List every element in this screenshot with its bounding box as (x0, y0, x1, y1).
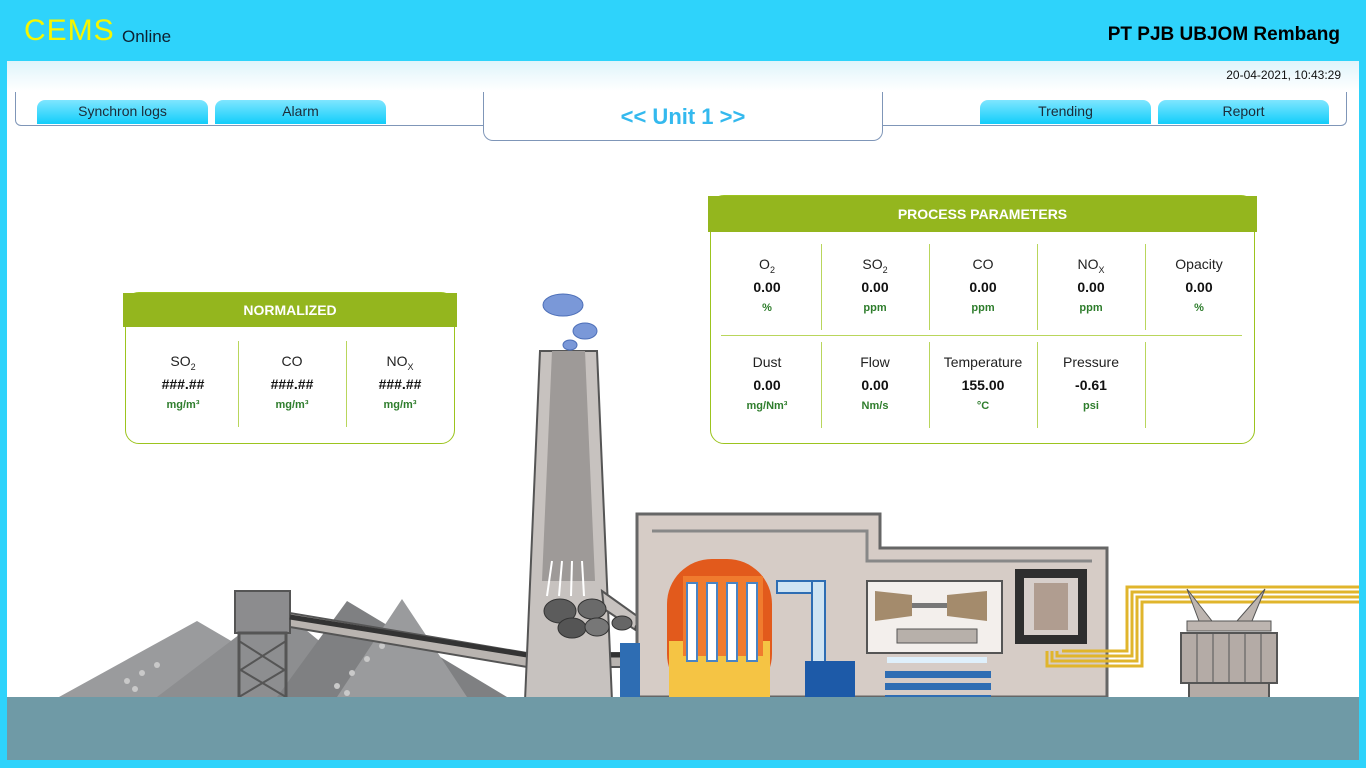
param-unit: °C (976, 400, 990, 412)
param-name: Pressure (1062, 354, 1120, 370)
unit-label[interactable]: << Unit 1 >> (484, 104, 882, 130)
main-content: 20-04-2021, 10:43:29 Synchron logs Alarm… (7, 61, 1359, 760)
process-opacity: Opacity 0.00 % (1145, 256, 1253, 314)
param-unit: mg/m³ (166, 399, 200, 411)
app-brand: CEMS (24, 14, 115, 47)
unit-selector[interactable]: << Unit 1 >> (483, 92, 883, 141)
normalized-nox: NOX ###.## mg/m³ (346, 353, 454, 411)
param-name: O2 (759, 256, 775, 275)
process-nox: NOX 0.00 ppm (1037, 256, 1145, 314)
param-unit: mg/Nm³ (746, 400, 788, 412)
param-unit: psi (1083, 400, 1099, 412)
param-unit: ppm (863, 302, 887, 314)
param-unit: mg/m³ (383, 399, 417, 411)
param-name: CO (281, 353, 303, 369)
tab-synchron-logs[interactable]: Synchron logs (37, 100, 208, 124)
param-unit: Nm/s (861, 400, 889, 412)
app-brand-status: Online (122, 27, 172, 46)
param-name: SO2 (862, 256, 888, 275)
param-unit: mg/m³ (275, 399, 309, 411)
smoke-icon (542, 293, 598, 351)
param-unit: % (762, 302, 772, 314)
param-value: 155.00 (961, 377, 1005, 393)
process-temperature: Temperature 155.00 °C (929, 354, 1037, 412)
param-name: SO2 (170, 353, 196, 372)
process-o2: O2 0.00 % (713, 256, 821, 314)
process-so2: SO2 0.00 ppm (821, 256, 929, 314)
normalized-panel: NORMALIZED SO2 ###.## mg/m³ CO ###.## mg… (123, 292, 457, 444)
param-value: 0.00 (753, 279, 781, 295)
process-pressure: Pressure -0.61 psi (1037, 354, 1145, 412)
normalized-title: NORMALIZED (123, 293, 457, 327)
param-value: 0.00 (861, 377, 889, 393)
process-flow: Flow 0.00 Nm/s (821, 354, 929, 412)
transformer-icon (1180, 588, 1278, 700)
turbine-icon (866, 580, 1003, 702)
param-name: Dust (752, 354, 782, 370)
param-unit: % (1194, 302, 1204, 314)
process-co: CO 0.00 ppm (929, 256, 1037, 314)
process-parameters-title: PROCESS PARAMETERS (708, 196, 1257, 232)
param-unit: ppm (1079, 302, 1103, 314)
param-name: NOX (1077, 256, 1105, 275)
param-value: ###.## (161, 376, 205, 392)
param-value: 0.00 (969, 279, 997, 295)
water (7, 697, 1359, 760)
param-name: Opacity (1175, 256, 1223, 272)
param-value: ###.## (270, 376, 314, 392)
generator-icon (1015, 569, 1087, 644)
normalized-co: CO ###.## mg/m³ (238, 353, 346, 411)
param-name: Temperature (943, 354, 1023, 370)
param-name: CO (972, 256, 994, 272)
tab-alarm[interactable]: Alarm (215, 100, 386, 124)
param-value: 0.00 (1185, 279, 1213, 295)
param-unit: ppm (971, 302, 995, 314)
param-value: 0.00 (1077, 279, 1105, 295)
param-value: 0.00 (861, 279, 889, 295)
process-parameters-panel: PROCESS PARAMETERS O2 0.00 % SO2 0.00 pp… (708, 195, 1257, 444)
process-dust: Dust 0.00 mg/Nm³ (713, 354, 821, 412)
tab-trending[interactable]: Trending (980, 100, 1151, 124)
param-value: ###.## (378, 376, 422, 392)
param-name: Flow (860, 354, 890, 370)
param-value: 0.00 (753, 377, 781, 393)
param-name: NOX (386, 353, 414, 372)
tab-report[interactable]: Report (1158, 100, 1329, 124)
app-header: CEMS Online PT PJB UBJOM Rembang (0, 0, 1366, 61)
normalized-so2: SO2 ###.## mg/m³ (129, 353, 237, 411)
company-name: PT PJB UBJOM Rembang (1107, 24, 1340, 45)
param-value: -0.61 (1075, 377, 1107, 393)
